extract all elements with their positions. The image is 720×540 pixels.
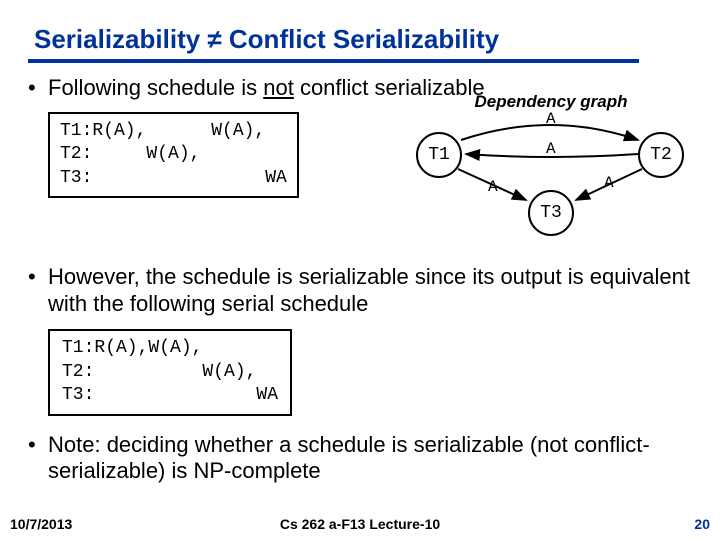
bullet1-pre: Following schedule is: [48, 75, 263, 100]
bullet-2: However, the schedule is serializable si…: [28, 264, 692, 318]
footer-center: Cs 262 a-F13 Lecture-10: [10, 516, 710, 532]
schedule2-line3: T3: WA: [62, 384, 278, 407]
edge-label-mid: A: [546, 140, 556, 158]
schedule1-line1: T1:R(A), W(A),: [60, 120, 287, 143]
bullet1-not: not: [263, 75, 294, 100]
dep-caption: Dependency graph: [406, 92, 696, 112]
node-t1: T1: [416, 132, 462, 178]
schedule2-line2: T2: W(A),: [62, 361, 278, 384]
edge-label-top: A: [546, 110, 556, 128]
node-t3: T3: [528, 190, 574, 236]
bullet-3: Note: deciding whether a schedule is ser…: [28, 432, 692, 486]
node-t2: T2: [638, 132, 684, 178]
schedule1-line2: T2: W(A),: [60, 143, 287, 166]
edge-label-right: A: [604, 174, 614, 192]
schedule-2-box: T1:R(A),W(A), T2: W(A), T3: WA: [48, 329, 292, 415]
schedule1-line3: T3: WA: [60, 167, 287, 190]
schedule-1-box: T1:R(A), W(A), T2: W(A), T3: WA: [48, 112, 299, 198]
schedule2-line1: T1:R(A),W(A),: [62, 337, 278, 360]
footer-page: 20: [694, 516, 710, 532]
slide-title: Serializability ≠ Conflict Serializabili…: [34, 24, 692, 55]
dependency-graph: Dependency graph T1 T2 T3 A: [406, 92, 696, 242]
edge-label-left: A: [488, 178, 498, 196]
title-divider: [28, 59, 639, 63]
